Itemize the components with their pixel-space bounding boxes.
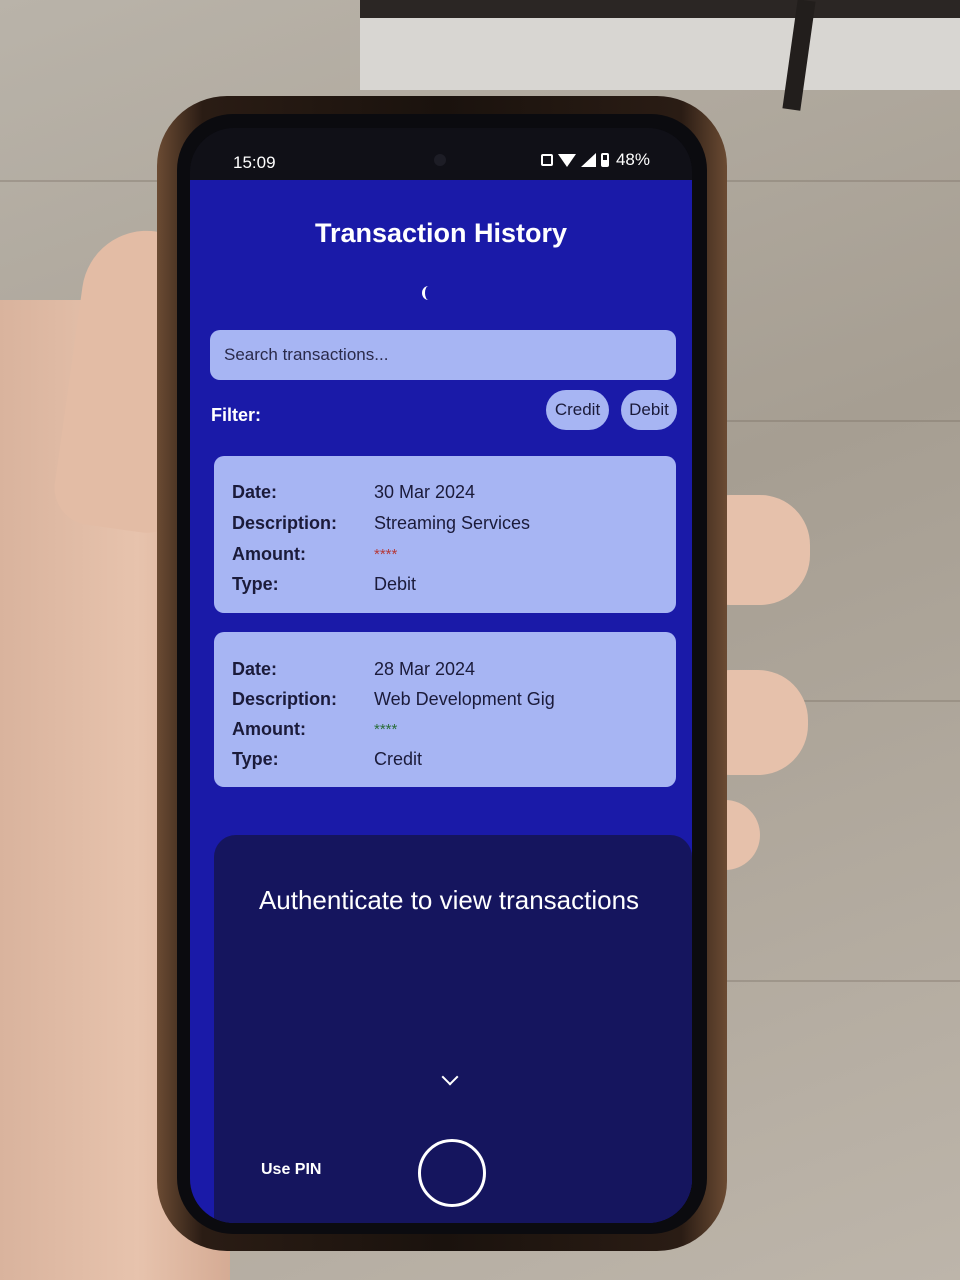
description-label: Description:	[232, 689, 338, 709]
type-value: Credit	[374, 749, 423, 769]
background-wall-base	[360, 0, 960, 18]
signal-icon	[580, 153, 596, 167]
fingerprint-icon[interactable]	[418, 1139, 486, 1207]
battery-percentage: 48%	[615, 150, 650, 169]
filter-label: Filter:	[211, 405, 262, 425]
phone-screen: 15:09 48% Transaction History Filter: Cr…	[190, 128, 692, 1223]
wifi-icon	[557, 153, 576, 167]
search-box[interactable]	[210, 330, 676, 380]
type-label: Type:	[232, 749, 279, 769]
nfc-icon	[540, 154, 553, 166]
biometric-auth-sheet: Authenticate to view transactions Use PI…	[214, 835, 692, 1223]
front-camera	[434, 154, 446, 166]
amount-label: Amount:	[232, 544, 306, 564]
status-bar: 15:09 48%	[190, 128, 692, 180]
amount-value-masked: ****	[374, 721, 398, 738]
transaction-card[interactable]: Date: 30 Mar 2024 Description: Streaming…	[214, 456, 676, 613]
amount-label: Amount:	[232, 719, 306, 739]
description-value: Web Development Gig	[374, 689, 555, 709]
battery-icon	[600, 153, 609, 167]
status-time: 15:09	[233, 153, 276, 172]
transaction-history-screen: Transaction History Filter: Credit Debit…	[190, 180, 692, 1223]
chevron-down-icon[interactable]	[441, 1068, 459, 1086]
type-label: Type:	[232, 574, 279, 594]
type-value: Debit	[374, 574, 417, 594]
date-label: Date:	[232, 659, 278, 679]
description-value: Streaming Services	[374, 513, 531, 533]
auth-prompt-title: Authenticate to view transactions	[258, 885, 640, 915]
date-label: Date:	[232, 482, 278, 502]
page-title: Transaction History	[314, 218, 568, 248]
loading-spinner-icon	[422, 286, 435, 300]
status-icons: 48%	[540, 150, 650, 170]
date-value: 30 Mar 2024	[374, 482, 476, 502]
date-value: 28 Mar 2024	[374, 659, 476, 679]
description-label: Description:	[232, 513, 338, 533]
amount-value-masked: ****	[374, 546, 398, 563]
search-input[interactable]	[222, 344, 664, 366]
use-pin-button[interactable]: Use PIN	[261, 1161, 321, 1179]
filter-debit-button[interactable]: Debit	[621, 390, 677, 430]
transaction-card[interactable]: Date: 28 Mar 2024 Description: Web Devel…	[214, 632, 676, 787]
filter-credit-button[interactable]: Credit	[546, 390, 609, 430]
